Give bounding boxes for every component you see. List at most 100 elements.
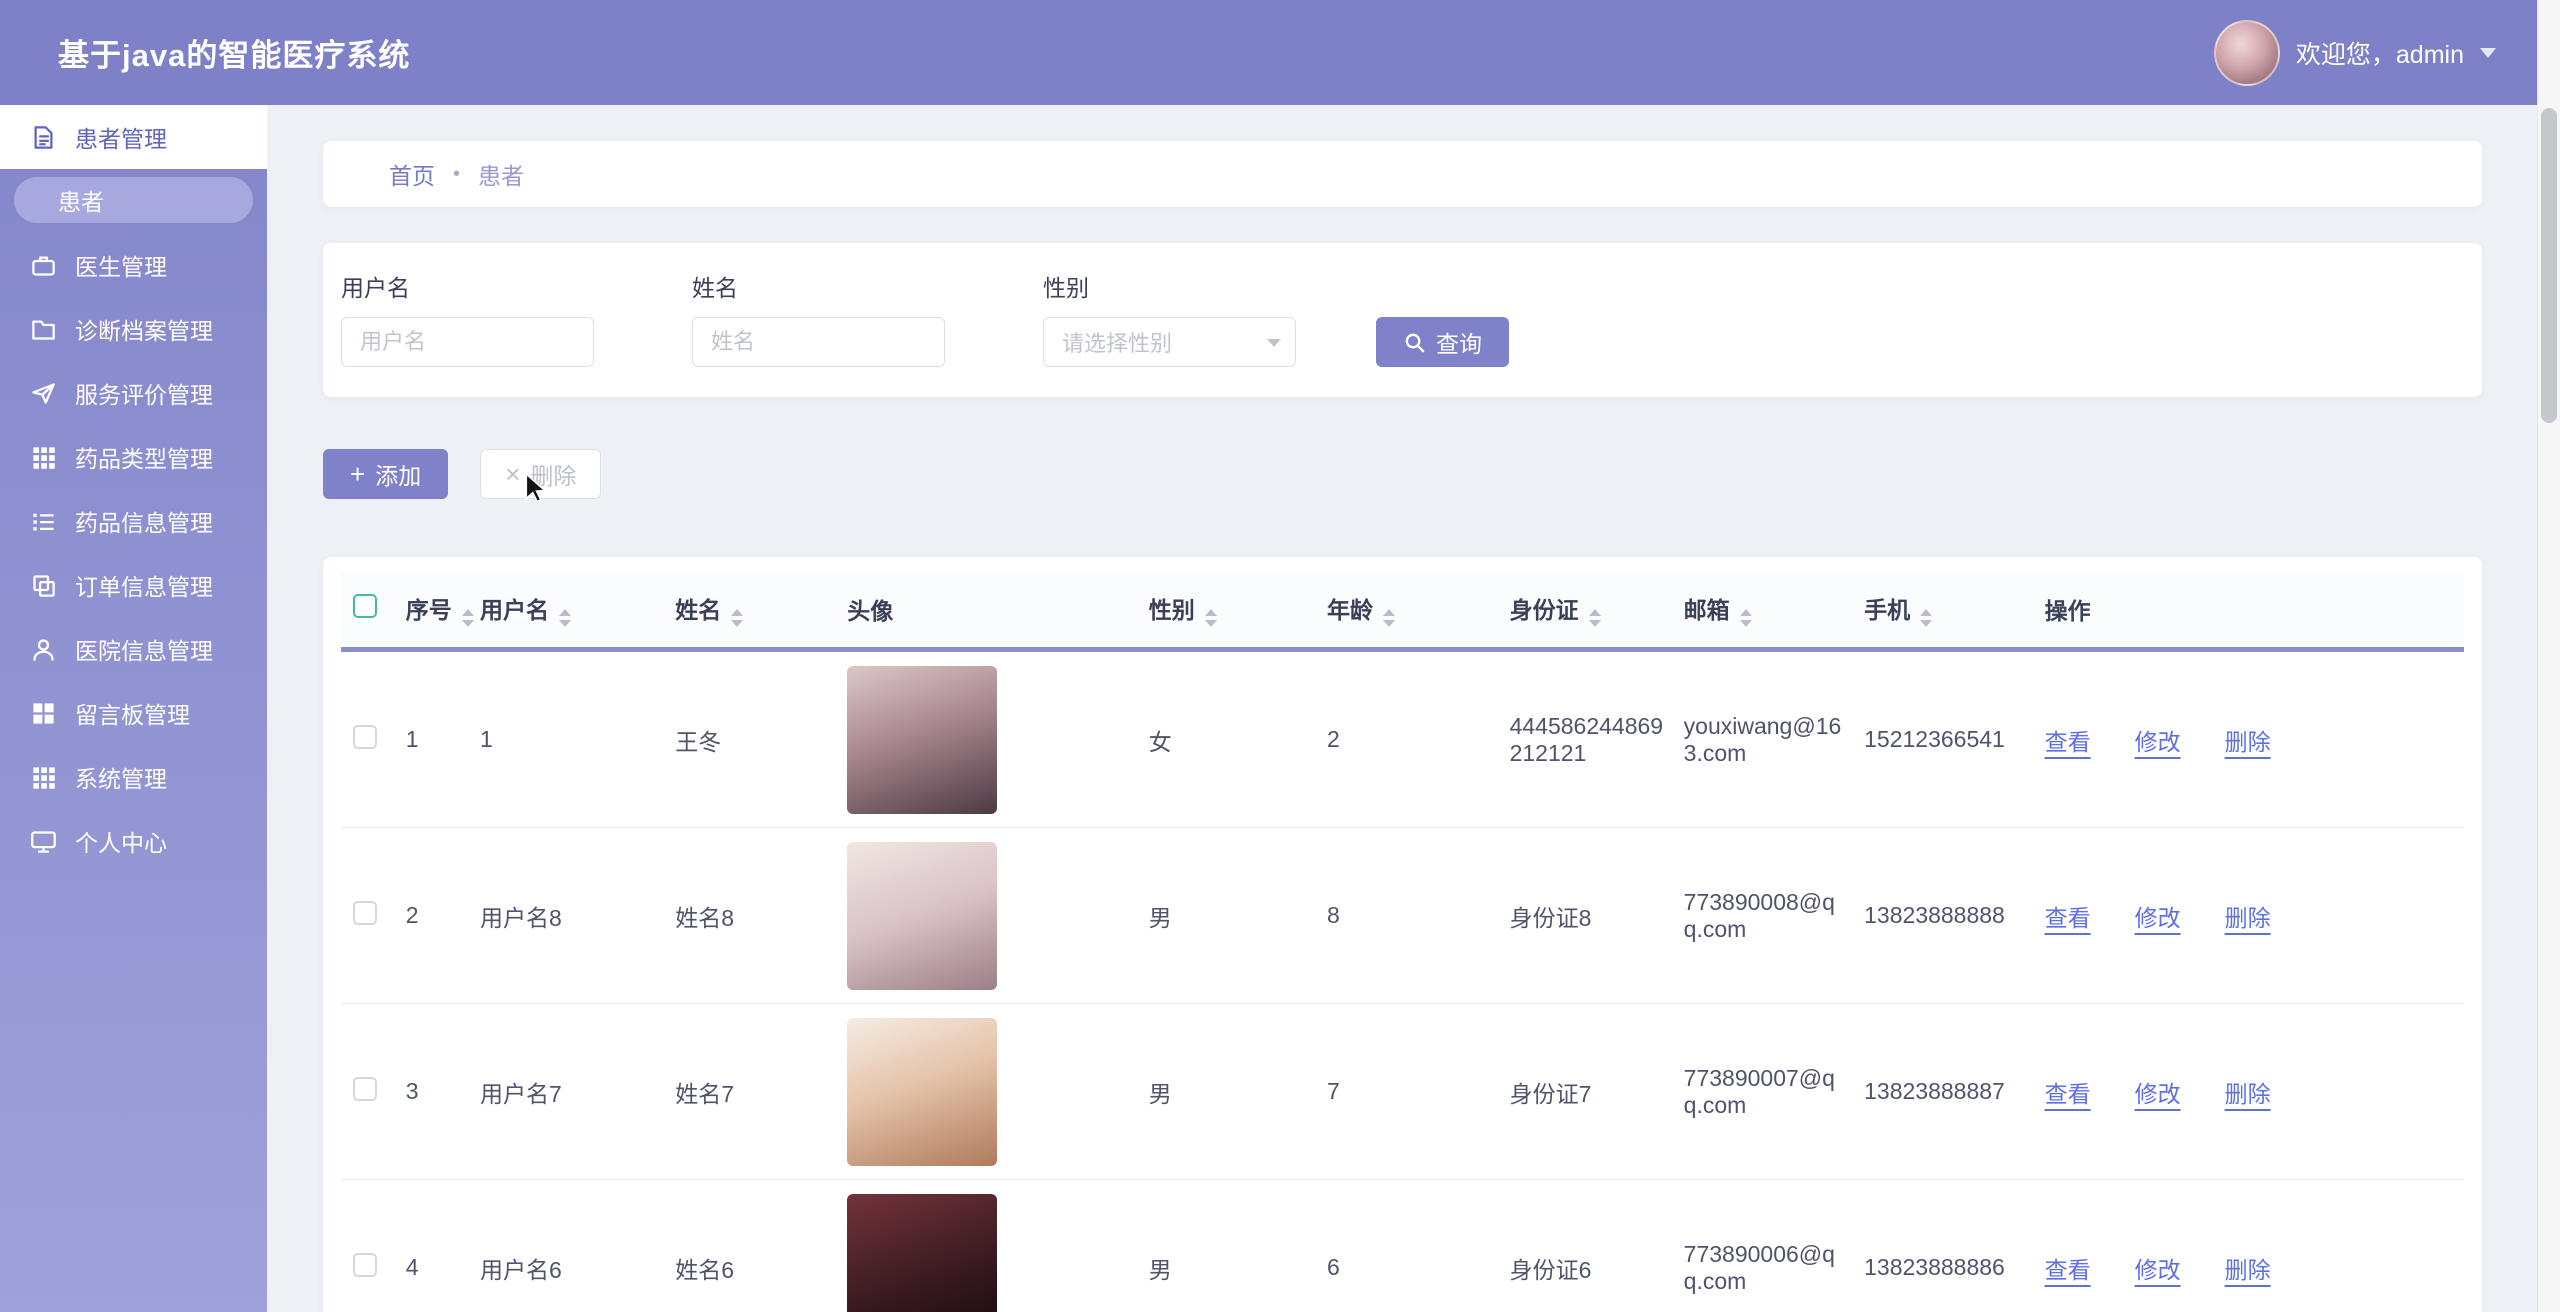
delete-link[interactable]: 删除 <box>2225 1251 2271 1285</box>
column-header-num: 序号 <box>406 597 452 623</box>
filter-name-group: 姓名 <box>692 269 945 367</box>
sidebar-item-label: 药品类型管理 <box>75 440 213 474</box>
sidebar-item-label: 系统管理 <box>75 760 167 794</box>
view-link[interactable]: 查看 <box>2045 1251 2091 1285</box>
row-checkbox[interactable] <box>353 1077 377 1101</box>
plus-icon: + <box>350 461 365 487</box>
cell-username: 用户名8 <box>479 828 674 1004</box>
filter-gender-group: 性别 请选择性别 <box>1043 269 1296 367</box>
cell-num: 1 <box>405 650 479 828</box>
sidebar-item-drug-type-management[interactable]: 药品类型管理 <box>0 425 267 489</box>
cell-email: 773890007@qq.com <box>1683 1004 1863 1180</box>
username-label: 用户名 <box>341 269 594 303</box>
column-header-idcard: 身份证 <box>1510 597 1579 623</box>
sort-carets-icon[interactable] <box>1205 609 1217 627</box>
patients-table: 序号 用户名 姓名 头像 性别 年龄 身份证 邮箱 手机 操作 <box>341 571 2464 1312</box>
sidebar-item-label: 服务评价管理 <box>75 376 213 410</box>
sort-carets-icon[interactable] <box>731 609 743 627</box>
cell-name: 姓名8 <box>674 828 846 1004</box>
folder-icon <box>30 316 57 343</box>
cell-phone: 13823888886 <box>1863 1180 2043 1312</box>
view-link[interactable]: 查看 <box>2045 723 2091 757</box>
cell-idcard: 身份证6 <box>1509 1180 1683 1312</box>
sort-carets-icon[interactable] <box>1383 609 1395 627</box>
table-row: 1 1 王冬 女 2 444586244869212121 youxiwang@… <box>341 650 2464 828</box>
user-menu[interactable]: 欢迎您，admin <box>2214 20 2496 86</box>
user-avatar[interactable] <box>2214 20 2280 86</box>
username-input[interactable] <box>341 317 594 367</box>
cell-num: 3 <box>405 1004 479 1180</box>
sidebar-item-doctor-management[interactable]: 医生管理 <box>0 233 267 297</box>
add-button[interactable]: + 添加 <box>323 449 448 499</box>
row-checkbox[interactable] <box>353 1253 377 1277</box>
row-checkbox[interactable] <box>353 725 377 749</box>
breadcrumb-current: 患者 <box>478 157 524 191</box>
view-link[interactable]: 查看 <box>2045 899 2091 933</box>
breadcrumb-separator: • <box>453 163 460 186</box>
name-label: 姓名 <box>692 269 945 303</box>
sidebar-item-order-info-management[interactable]: 订单信息管理 <box>0 553 267 617</box>
row-checkbox[interactable] <box>353 901 377 925</box>
cell-username: 1 <box>479 650 674 828</box>
breadcrumb-home[interactable]: 首页 <box>389 157 435 191</box>
gender-select-placeholder: 请选择性别 <box>1062 326 1172 358</box>
sort-carets-icon[interactable] <box>1589 609 1601 627</box>
sort-carets-icon[interactable] <box>1740 609 1752 627</box>
sidebar-item-label: 留言板管理 <box>75 696 190 730</box>
sidebar-subitem-patients[interactable]: 患者 <box>14 177 253 223</box>
sort-carets-icon[interactable] <box>1920 609 1932 627</box>
list-icon <box>30 508 57 535</box>
cell-name: 姓名7 <box>674 1004 846 1180</box>
gender-select[interactable]: 请选择性别 <box>1043 317 1296 367</box>
cell-phone: 13823888887 <box>1863 1004 2043 1180</box>
column-header-email: 邮箱 <box>1684 597 1730 623</box>
sidebar-item-hospital-info-management[interactable]: 医院信息管理 <box>0 617 267 681</box>
top-header: 基于java的智能医疗系统 欢迎您，admin <box>0 0 2538 105</box>
search-icon <box>1403 331 1426 354</box>
avatar-photo <box>847 666 997 814</box>
column-header-actions: 操作 <box>2045 598 2091 624</box>
cell-age: 6 <box>1326 1180 1509 1312</box>
sort-carets-icon[interactable] <box>462 609 474 627</box>
sidebar-item-drug-info-management[interactable]: 药品信息管理 <box>0 489 267 553</box>
delete-link[interactable]: 删除 <box>2225 899 2271 933</box>
edit-link[interactable]: 修改 <box>2135 1075 2181 1109</box>
select-all-checkbox[interactable] <box>353 594 377 618</box>
edit-link[interactable]: 修改 <box>2135 723 2181 757</box>
scrollbar-thumb[interactable] <box>2541 108 2557 423</box>
sidebar-item-patient-management[interactable]: 患者管理 <box>0 105 267 169</box>
name-input[interactable] <box>692 317 945 367</box>
cell-num: 2 <box>405 828 479 1004</box>
cell-gender: 女 <box>1148 650 1326 828</box>
scrollbar[interactable] <box>2537 0 2560 1312</box>
search-button[interactable]: 查询 <box>1376 317 1509 367</box>
sidebar-item-personal-center[interactable]: 个人中心 <box>0 809 267 873</box>
sidebar-item-message-board-management[interactable]: 留言板管理 <box>0 681 267 745</box>
delete-link[interactable]: 删除 <box>2225 723 2271 757</box>
table-row: 2 用户名8 姓名8 男 8 身份证8 773890008@qq.com 138… <box>341 828 2464 1004</box>
cell-email: youxiwang@163.com <box>1683 650 1863 828</box>
edit-link[interactable]: 修改 <box>2135 1251 2181 1285</box>
select-caret-icon <box>1267 339 1281 354</box>
sidebar-item-label: 药品信息管理 <box>75 504 213 538</box>
sidebar-item-system-management[interactable]: 系统管理 <box>0 745 267 809</box>
sidebar-item-label: 个人中心 <box>75 824 167 858</box>
close-icon: × <box>505 461 520 487</box>
cell-phone: 13823888888 <box>1863 828 2043 1004</box>
briefcase-icon <box>30 252 57 279</box>
delete-button[interactable]: × 删除 <box>480 449 601 499</box>
sidebar-item-diagnosis-archive[interactable]: 诊断档案管理 <box>0 297 267 361</box>
cell-gender: 男 <box>1148 1180 1326 1312</box>
edit-link[interactable]: 修改 <box>2135 899 2181 933</box>
avatar-photo <box>847 842 997 990</box>
cell-age: 8 <box>1326 828 1509 1004</box>
delete-link[interactable]: 删除 <box>2225 1075 2271 1109</box>
grid-icon <box>30 764 57 791</box>
avatar-photo <box>847 1194 997 1312</box>
sidebar-item-service-evaluation[interactable]: 服务评价管理 <box>0 361 267 425</box>
sort-carets-icon[interactable] <box>559 609 571 627</box>
view-link[interactable]: 查看 <box>2045 1075 2091 1109</box>
copy-icon <box>30 572 57 599</box>
table-toolbar: + 添加 × 删除 <box>323 449 2482 499</box>
user-dropdown-caret-icon[interactable] <box>2480 48 2496 66</box>
